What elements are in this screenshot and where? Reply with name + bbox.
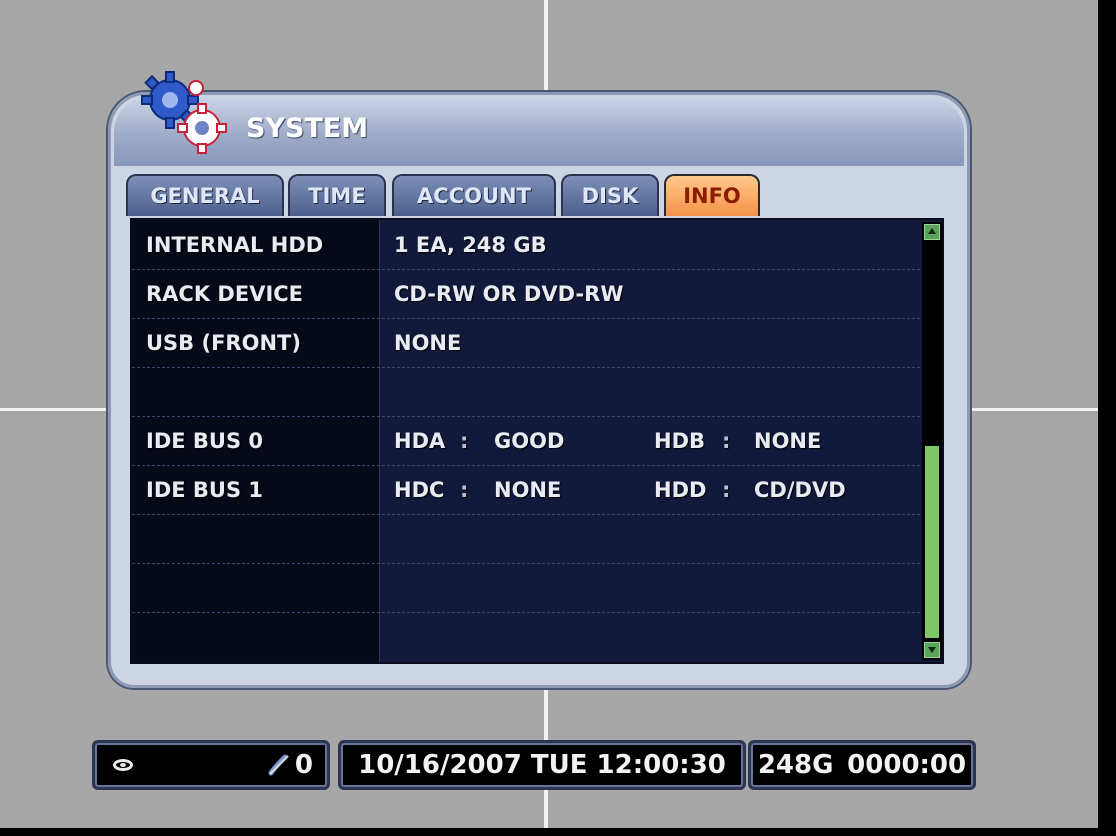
tab-time[interactable]: TIME: [288, 174, 386, 216]
ide0-a-value: GOOD: [494, 429, 565, 453]
ide0-a-sep: :: [460, 429, 469, 453]
scrollbar[interactable]: [922, 222, 942, 660]
scroll-thumb[interactable]: [925, 446, 939, 638]
status-datetime-box: 10/16/2007 TUE 12:00:30: [338, 740, 746, 790]
row-separator: [132, 318, 920, 319]
quad-divider: [968, 408, 1098, 411]
network-icon: [268, 754, 289, 776]
ide0-b-name: HDB: [654, 429, 706, 453]
gear-icon: [141, 71, 227, 154]
row-separator: [132, 416, 920, 417]
row-separator: [132, 465, 920, 466]
tab-disk[interactable]: DISK: [561, 174, 659, 216]
status-live-box: 0: [92, 740, 330, 790]
row-label-ide-bus-0: IDE BUS 0: [146, 429, 264, 453]
row-label-ide-bus-1: IDE BUS 1: [146, 478, 264, 502]
quad-divider: [544, 0, 548, 95]
row-separator: [132, 563, 920, 564]
scroll-down-arrow-icon[interactable]: [924, 642, 940, 658]
row-separator: [132, 367, 920, 368]
eye-icon: [113, 759, 133, 771]
row-value-usb-front: NONE: [394, 331, 462, 355]
network-count: 0: [294, 750, 313, 780]
network-status: 0: [267, 750, 313, 780]
row-label-rack-device: RACK DEVICE: [146, 282, 304, 306]
ide0-b-sep: :: [722, 429, 731, 453]
row-separator: [132, 269, 920, 270]
datetime: 10/16/2007 TUE 12:00:30: [358, 750, 726, 780]
ide1-a-value: NONE: [494, 478, 562, 502]
info-table: INTERNAL HDD 1 EA, 248 GB RACK DEVICE CD…: [130, 218, 944, 664]
ide0-a-name: HDA: [394, 429, 446, 453]
tab-info[interactable]: INFO: [664, 174, 760, 216]
disk-capacity: 248G: [757, 750, 834, 780]
record-time: 0000:00: [847, 750, 967, 780]
ide1-b-value: CD/DVD: [754, 478, 846, 502]
tab-general[interactable]: GENERAL: [126, 174, 284, 216]
quad-divider: [0, 408, 112, 411]
row-label-internal-hdd: INTERNAL HDD: [146, 233, 324, 257]
title-bar: [114, 98, 964, 166]
scroll-up-arrow-icon[interactable]: [924, 224, 940, 240]
ide1-b-name: HDD: [654, 478, 707, 502]
ide1-a-sep: :: [460, 478, 469, 502]
column-divider: [379, 220, 380, 662]
row-value-rack-device: CD-RW OR DVD-RW: [394, 282, 624, 306]
ide1-a-name: HDC: [394, 478, 445, 502]
status-disk-box: 248G 0000:00: [748, 740, 976, 790]
row-value-internal-hdd: 1 EA, 248 GB: [394, 233, 547, 257]
window-title: SYSTEM: [246, 113, 369, 144]
row-separator: [132, 514, 920, 515]
ide1-b-sep: :: [722, 478, 731, 502]
row-separator: [132, 612, 920, 613]
tab-account[interactable]: ACCOUNT: [392, 174, 556, 216]
ide0-b-value: NONE: [754, 429, 822, 453]
row-label-usb-front: USB (FRONT): [146, 331, 301, 355]
